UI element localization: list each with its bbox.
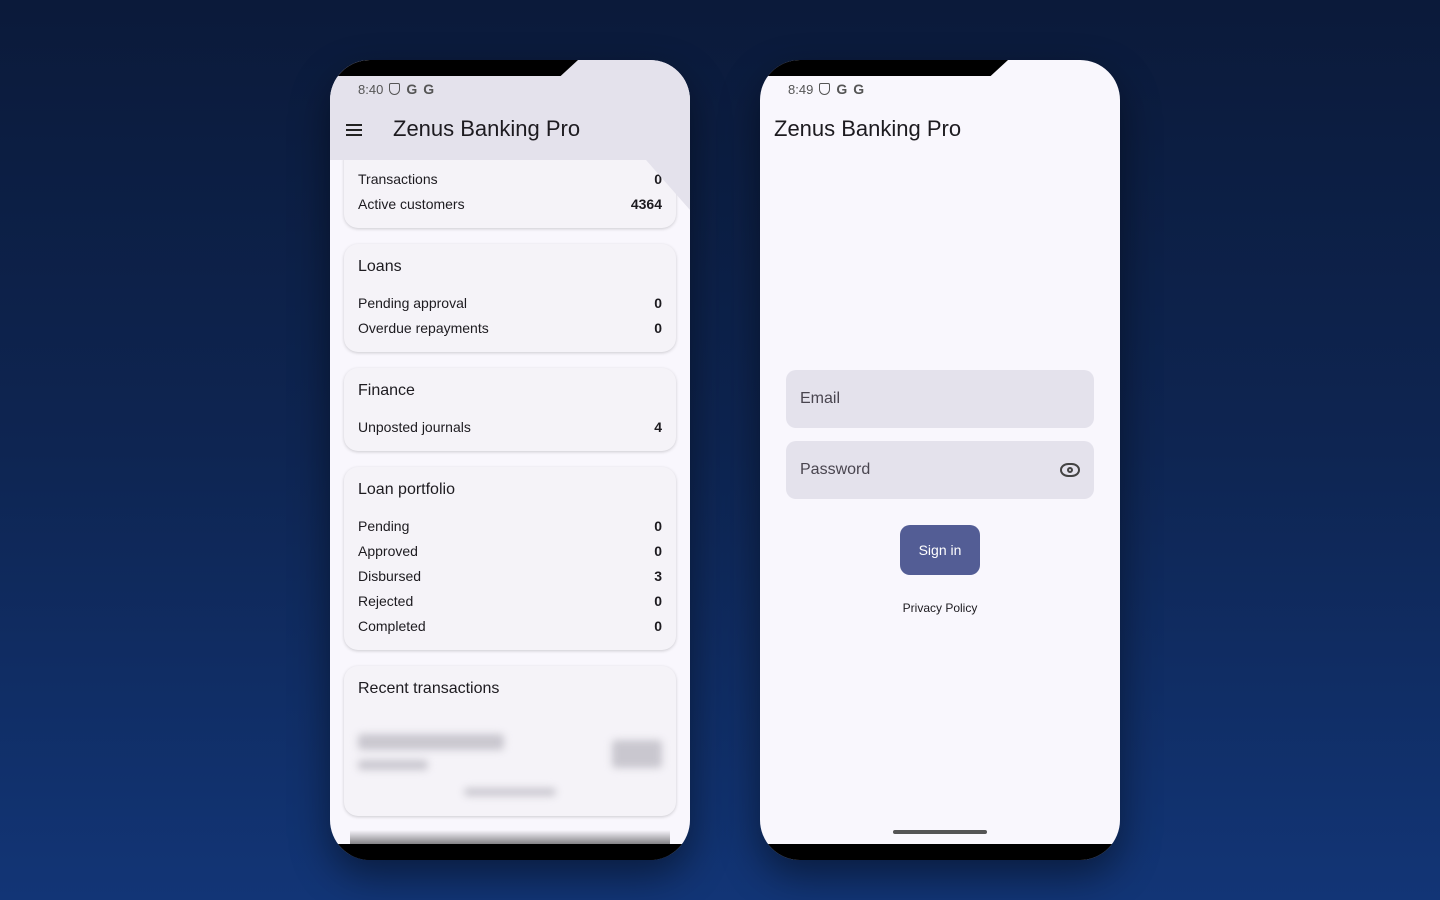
portfolio-row-disbursed: Disbursed 3 — [358, 563, 662, 588]
row-value: 0 — [654, 319, 662, 336]
summary-row-transactions: Transactions 0 — [358, 166, 662, 191]
notch — [760, 60, 1008, 76]
eye-icon[interactable] — [1060, 463, 1080, 477]
row-label: Rejected — [358, 592, 414, 609]
portfolio-row-completed: Completed 0 — [358, 613, 662, 638]
password-field[interactable] — [786, 441, 1094, 499]
row-label: Active customers — [358, 195, 465, 212]
row-value: 0 — [654, 542, 662, 559]
portfolio-row-approved: Approved 0 — [358, 538, 662, 563]
row-label: Disbursed — [358, 567, 422, 584]
blurred-transaction-amount — [612, 740, 662, 768]
shield-icon — [819, 83, 831, 95]
finance-card[interactable]: Finance Unposted journals 4 — [344, 368, 676, 451]
google-icon: G — [406, 81, 418, 97]
shield-icon — [389, 83, 401, 95]
menu-icon[interactable] — [346, 124, 362, 136]
google-icon: G — [836, 81, 848, 97]
finance-row-unposted: Unposted journals 4 — [358, 414, 662, 439]
status-bar: 8:49 G G — [788, 78, 864, 100]
summary-row-active-customers: Active customers 4364 — [358, 191, 662, 216]
card-title: Recent transactions — [358, 680, 500, 697]
portfolio-row-pending: Pending 0 — [358, 513, 662, 538]
blurred-divider — [464, 788, 556, 796]
blurred-transaction-title — [358, 734, 504, 750]
app-title: Zenus Banking Pro — [774, 116, 962, 141]
card-title: Loan portfolio — [358, 481, 455, 498]
email-field[interactable] — [786, 370, 1094, 428]
row-label: Unposted journals — [358, 418, 471, 435]
google-icon: G — [853, 81, 865, 97]
row-value: 0 — [654, 592, 662, 609]
row-label: Transactions — [358, 170, 438, 187]
recent-transactions-card[interactable]: Recent transactions — [344, 666, 676, 816]
dashboard-phone: 8:40 G G Zenus Banking Pro Transactions … — [330, 60, 690, 860]
dashboard-scroll[interactable]: Transactions 0 Active customers 4364 Loa… — [330, 146, 690, 860]
row-label: Completed — [358, 617, 426, 634]
status-time: 8:40 — [358, 81, 384, 97]
status-time: 8:49 — [788, 81, 814, 97]
email-input[interactable] — [800, 390, 1080, 408]
row-value: 3 — [654, 567, 662, 584]
card-title: Finance — [358, 382, 415, 399]
row-label: Pending — [358, 517, 410, 534]
loans-row-overdue: Overdue repayments 0 — [358, 315, 662, 340]
row-value: 0 — [654, 294, 662, 311]
card-title: Loans — [358, 258, 402, 275]
bottom-bezel — [330, 844, 690, 860]
blurred-transaction-date — [358, 760, 428, 770]
password-input[interactable] — [800, 461, 1060, 479]
row-label: Approved — [358, 542, 418, 559]
app-title: Zenus Banking Pro — [393, 116, 581, 141]
sign-in-button[interactable]: Sign in — [900, 525, 980, 575]
status-bar: 8:40 G G — [358, 78, 434, 100]
portfolio-row-rejected: Rejected 0 — [358, 588, 662, 613]
row-value: 0 — [654, 617, 662, 634]
row-value: 4 — [654, 418, 662, 435]
privacy-policy-link[interactable]: Privacy Policy — [760, 601, 1120, 615]
google-icon: G — [423, 81, 435, 97]
row-label: Pending approval — [358, 294, 467, 311]
row-value: 4364 — [630, 195, 662, 212]
home-indicator[interactable] — [893, 830, 987, 834]
row-label: Overdue repayments — [358, 319, 489, 336]
loan-portfolio-card[interactable]: Loan portfolio Pending 0 Approved 0 Disb… — [344, 467, 676, 650]
row-value: 0 — [654, 517, 662, 534]
loans-row-pending-approval: Pending approval 0 — [358, 290, 662, 315]
notch — [330, 60, 578, 76]
bottom-bezel — [760, 844, 1120, 860]
login-phone: 8:49 G G Zenus Banking Pro Sign in Priva… — [760, 60, 1120, 860]
loans-card[interactable]: Loans Pending approval 0 Overdue repayme… — [344, 244, 676, 352]
